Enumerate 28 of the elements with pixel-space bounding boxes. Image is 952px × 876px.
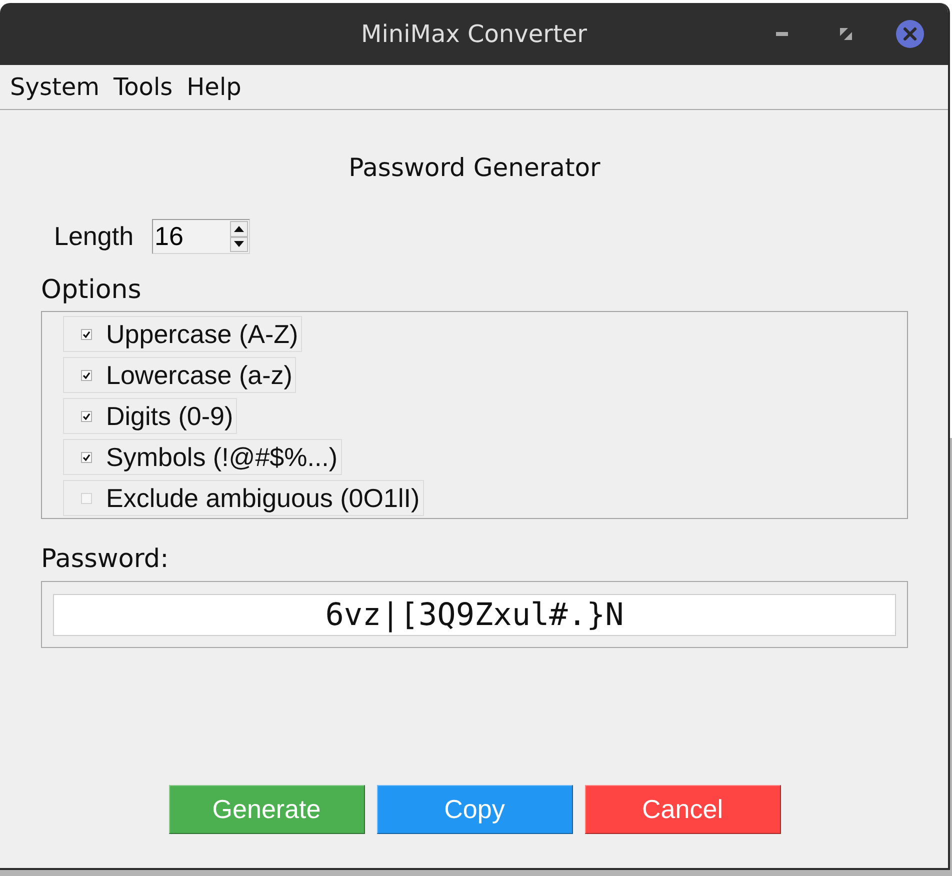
options-label: Options (41, 275, 142, 305)
length-input[interactable]: 16 (152, 220, 229, 253)
checkbox[interactable] (81, 328, 92, 340)
checkbox[interactable] (81, 410, 92, 422)
option-checkbutton[interactable]: Uppercase (A-Z) (63, 316, 302, 352)
option-checkbutton[interactable]: Exclude ambiguous (0O1lI) (63, 480, 424, 516)
maximize-icon (840, 28, 852, 40)
checkbox[interactable] (81, 492, 92, 504)
option-checkbutton[interactable]: Symbols (!@#$%...) (63, 439, 342, 475)
checkbox[interactable] (81, 452, 92, 462)
menu-item[interactable]: Tools (106, 67, 180, 107)
menu-item[interactable]: System (3, 67, 106, 107)
option-checkbutton[interactable]: Lowercase (a-z) (63, 357, 296, 393)
password-label: Password: (41, 544, 169, 574)
section-heading: Password Generator (348, 153, 600, 183)
length-label: Length (54, 220, 134, 253)
triangle-up-icon (234, 226, 244, 232)
menu-item[interactable]: Help (180, 67, 248, 107)
triangle-down-icon (234, 241, 244, 248)
checkbox[interactable] (81, 370, 92, 380)
window-title: MiniMax Converter (360, 19, 588, 49)
option-checkbutton[interactable]: Digits (0-9) (63, 398, 238, 434)
increment-button[interactable] (230, 221, 248, 236)
decrement-button[interactable] (230, 236, 248, 252)
close-icon (896, 20, 924, 48)
password-field[interactable]: 6vz|[3Q9Zxul#.}N (53, 594, 896, 636)
length-spinbox[interactable]: 16 (152, 219, 250, 254)
minimize-icon (776, 32, 788, 36)
